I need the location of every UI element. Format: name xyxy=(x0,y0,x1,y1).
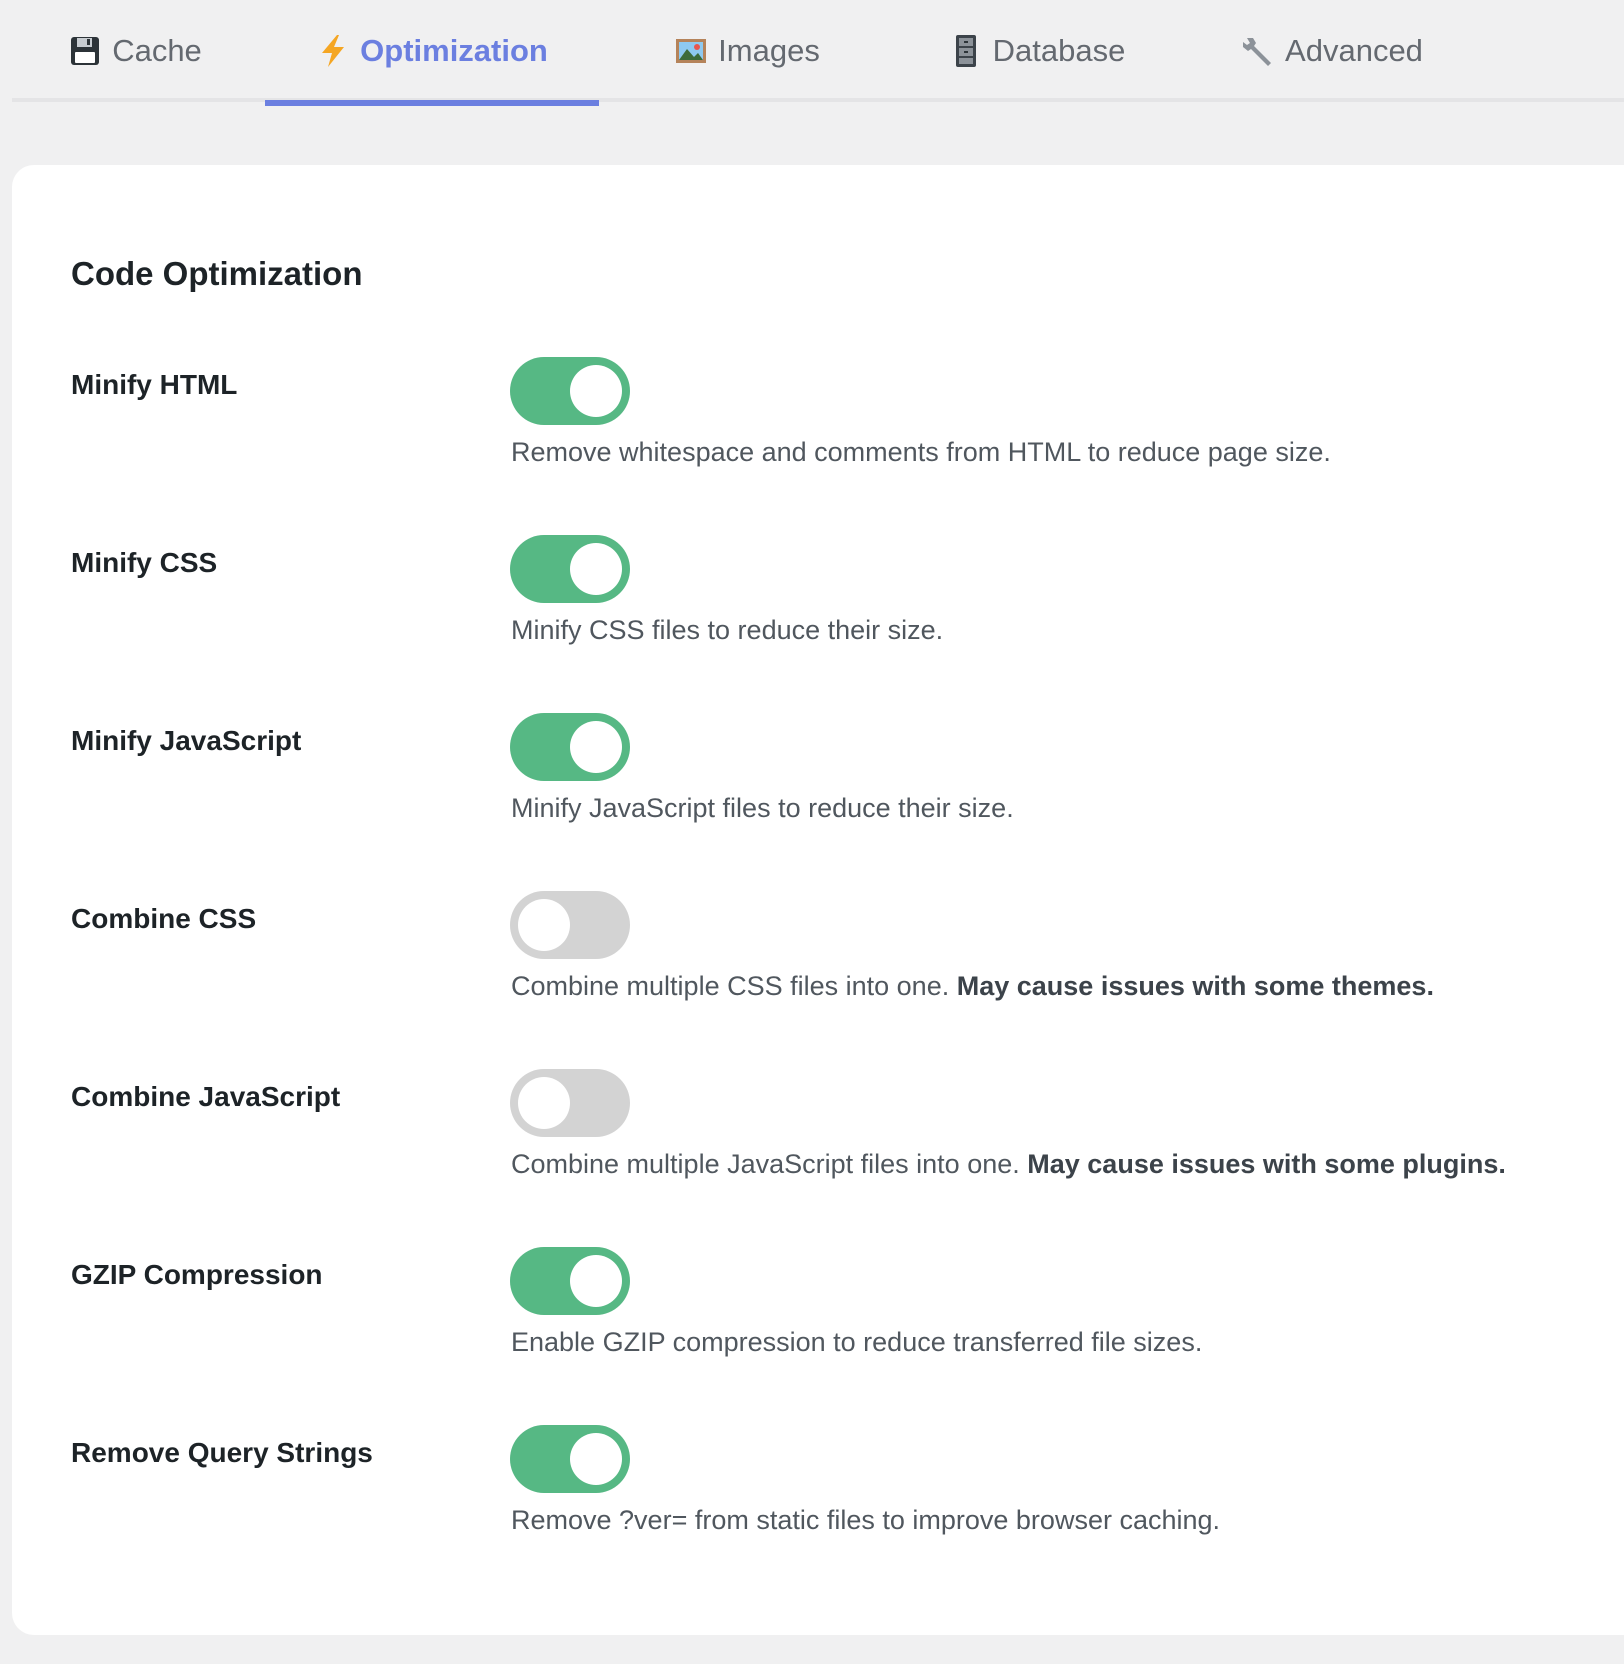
minify-javascript-toggle[interactable] xyxy=(510,713,630,781)
description-text: Remove whitespace and comments from HTML… xyxy=(511,437,1331,467)
setting-description: Combine multiple CSS files into one. May… xyxy=(511,971,1434,1002)
warning-text: May cause issues with some themes. xyxy=(956,971,1434,1001)
section-title: Code Optimization xyxy=(71,255,363,292)
setting-label: Remove Query Strings xyxy=(71,1437,373,1468)
tab-database[interactable]: Database xyxy=(937,0,1137,102)
tab-advanced[interactable]: Advanced xyxy=(1230,0,1434,102)
tab-label: Optimization xyxy=(360,33,548,68)
toggle-knob xyxy=(570,1255,622,1307)
toggle-knob xyxy=(570,365,622,417)
toggle-knob xyxy=(518,899,570,951)
tab-images[interactable]: Images xyxy=(662,0,832,102)
toggle-knob xyxy=(518,1077,570,1129)
warning-text: May cause issues with some plugins. xyxy=(1027,1149,1506,1179)
combine-css-toggle[interactable] xyxy=(510,891,630,959)
description-text: Combine multiple JavaScript files into o… xyxy=(511,1149,1020,1179)
framed-picture-icon xyxy=(674,34,708,68)
minify-html-toggle[interactable] xyxy=(510,357,630,425)
setting-description: Combine multiple JavaScript files into o… xyxy=(511,1149,1506,1180)
setting-description: Enable GZIP compression to reduce transf… xyxy=(511,1327,1202,1358)
setting-label: Minify CSS xyxy=(71,547,218,578)
setting-description: Remove whitespace and comments from HTML… xyxy=(511,437,1331,468)
description-text: Minify JavaScript files to reduce their … xyxy=(511,793,1014,823)
toggle-knob xyxy=(570,721,622,773)
setting-row-combine-css: Combine CSS Combine multiple CSS files i… xyxy=(12,891,1612,1041)
setting-description: Minify JavaScript files to reduce their … xyxy=(511,793,1014,824)
gzip-compression-toggle[interactable] xyxy=(510,1247,630,1315)
lightning-icon xyxy=(316,34,350,68)
setting-label: Minify HTML xyxy=(71,369,238,400)
minify-css-toggle[interactable] xyxy=(510,535,630,603)
setting-row-minify-css: Minify CSS Minify CSS files to reduce th… xyxy=(12,535,1612,685)
setting-row-gzip-compression: GZIP Compression Enable GZIP compression… xyxy=(12,1247,1612,1397)
setting-row-minify-html: Minify HTML Remove whitespace and commen… xyxy=(12,357,1612,507)
setting-description: Minify CSS files to reduce their size. xyxy=(511,615,943,646)
setting-label: Minify JavaScript xyxy=(71,725,302,756)
settings-panel: Code Optimization Minify HTML Remove whi… xyxy=(12,165,1624,1635)
description-text: Enable GZIP compression to reduce transf… xyxy=(511,1327,1203,1357)
description-text: Combine multiple CSS files into one. xyxy=(511,971,950,1001)
setting-row-minify-javascript: Minify JavaScript Minify JavaScript file… xyxy=(12,713,1612,863)
wrench-icon xyxy=(1241,34,1275,68)
setting-label: Combine JavaScript xyxy=(71,1081,341,1112)
tab-label: Images xyxy=(718,33,820,68)
remove-query-strings-toggle[interactable] xyxy=(510,1425,630,1493)
tab-optimization[interactable]: Optimization xyxy=(265,0,599,106)
setting-description: Remove ?ver= from static files to improv… xyxy=(511,1505,1220,1536)
toggle-knob xyxy=(570,1433,622,1485)
setting-label: GZIP Compression xyxy=(71,1259,323,1290)
toggle-knob xyxy=(570,543,622,595)
file-cabinet-icon xyxy=(949,34,983,68)
setting-label: Combine CSS xyxy=(71,903,257,934)
tab-label: Cache xyxy=(112,33,202,68)
combine-javascript-toggle[interactable] xyxy=(510,1069,630,1137)
setting-row-remove-query-strings: Remove Query Strings Remove ?ver= from s… xyxy=(12,1425,1612,1575)
description-text: Minify CSS files to reduce their size. xyxy=(511,615,944,645)
tab-cache[interactable]: Cache xyxy=(60,0,210,102)
settings-tabs: Cache Optimization Images Database Advan… xyxy=(12,0,1624,106)
tab-label: Advanced xyxy=(1285,33,1423,68)
description-text: Remove ?ver= from static files to improv… xyxy=(511,1505,1221,1535)
setting-row-combine-javascript: Combine JavaScript Combine multiple Java… xyxy=(12,1069,1612,1219)
floppy-disk-icon xyxy=(68,34,102,68)
tab-label: Database xyxy=(992,33,1126,68)
